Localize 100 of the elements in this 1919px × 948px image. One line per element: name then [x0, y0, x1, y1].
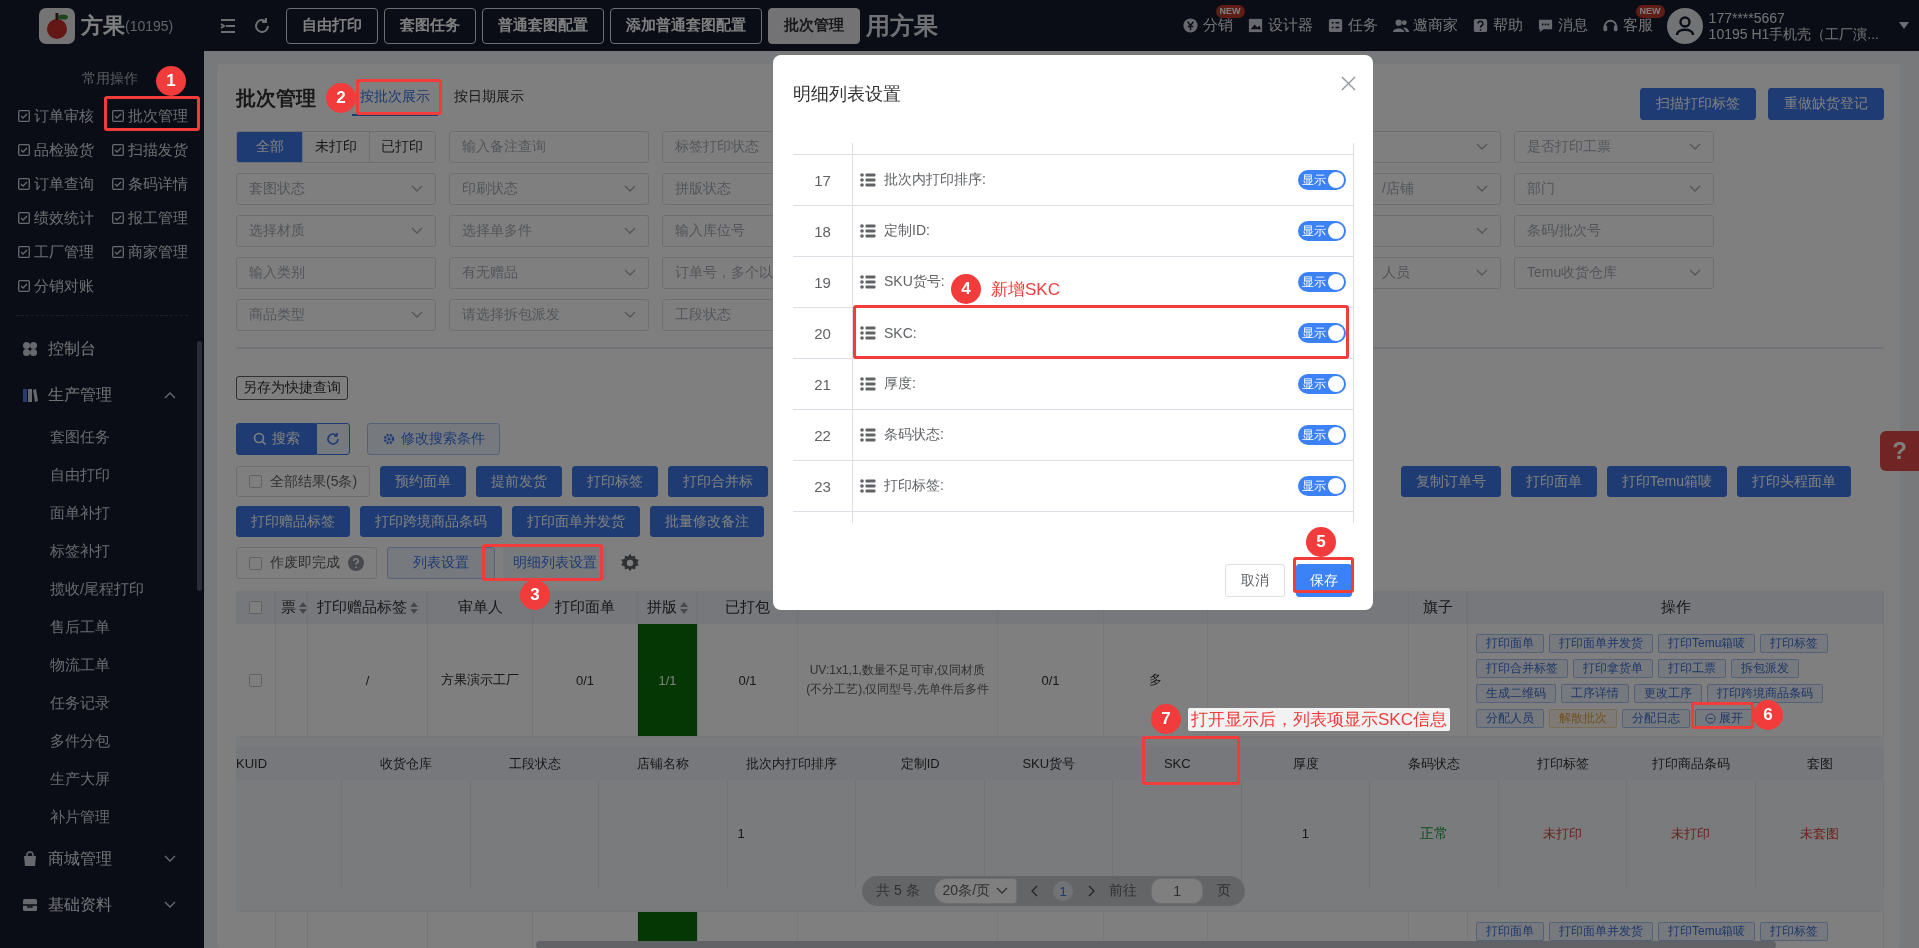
column-header[interactable]: 旗子 [1423, 598, 1453, 617]
caret-icon[interactable] [1899, 21, 1909, 30]
edit-conditions-button[interactable]: 修改搜索条件 [367, 423, 500, 455]
action-button[interactable]: 打印合并标 [668, 466, 769, 497]
toolbar-link[interactable]: 消息 [1536, 16, 1588, 35]
view-tab[interactable]: 按日期展示 [446, 80, 532, 116]
row-action-button[interactable]: 分配人员 [1476, 709, 1544, 728]
detail-settings-button[interactable]: 明细列表设置 [503, 547, 607, 579]
toggle-switch[interactable]: 显示 [1298, 170, 1346, 190]
row-action-button[interactable]: 分配日志 [1622, 709, 1690, 728]
row-action-button[interactable]: 打印跨境商品条码 [1707, 684, 1823, 703]
row-action-button[interactable]: 打印工票 [1658, 659, 1726, 678]
column-header[interactable]: 打印赠品标签 [317, 598, 407, 617]
toggle-switch[interactable]: 显示 [1298, 476, 1346, 496]
row-action-button[interactable]: 更改工序 [1634, 684, 1702, 703]
action-button[interactable]: 打印跨境商品条码 [360, 506, 502, 537]
nav-tab[interactable]: 自由打印 [286, 7, 378, 44]
row-action-button[interactable]: 打印标签 [1760, 922, 1829, 941]
action-button[interactable]: 重做缺货登记 [1768, 88, 1884, 120]
row-action-button[interactable]: 解散批次 [1549, 709, 1617, 728]
menu-item[interactable]: 基础资料 [0, 882, 204, 928]
toolbar-link[interactable]: 设计器 [1246, 16, 1313, 35]
row-action-button[interactable]: 打印面单并发货 [1549, 922, 1653, 941]
quick-link[interactable]: 工厂管理 [18, 235, 112, 269]
sort-icon[interactable] [680, 601, 688, 614]
action-button[interactable]: 打印面单 [1510, 466, 1597, 497]
submenu-item[interactable]: 多件分包 [0, 722, 204, 760]
cancel-button[interactable]: 取消 [1225, 564, 1285, 597]
quick-link[interactable]: 品检验货 [18, 133, 112, 167]
row-action-button[interactable]: 生成二维码 [1476, 684, 1556, 703]
submenu-item[interactable]: 生产大屏 [0, 760, 204, 798]
scrollbar[interactable] [197, 341, 202, 591]
nav-tab[interactable]: 套图任务 [384, 7, 476, 44]
quick-link[interactable]: 分销对账 [18, 269, 112, 303]
drag-handle-icon[interactable] [860, 172, 876, 188]
help-button[interactable]: ? [1880, 431, 1919, 471]
column-header[interactable]: 拼版 [647, 598, 677, 617]
column-header[interactable]: 打印面单 [555, 598, 615, 617]
page-size-select[interactable]: 20条/页 [933, 878, 1018, 904]
drag-handle-icon[interactable] [860, 478, 876, 494]
column-header[interactable]: 审单人 [457, 598, 503, 617]
row-action-button[interactable]: 打印标签 [1760, 634, 1829, 653]
sort-icon[interactable] [410, 601, 418, 614]
page-number[interactable]: 1 [1053, 881, 1074, 901]
close-icon[interactable] [1341, 75, 1356, 91]
action-button[interactable]: 预约面单 [380, 466, 467, 497]
row-action-button[interactable]: 打印面单 [1476, 922, 1544, 941]
toolbar-link[interactable]: 任务 [1326, 16, 1378, 35]
drag-handle-icon[interactable] [860, 325, 876, 341]
goto-page-field[interactable]: 1 [1151, 878, 1204, 904]
row-action-button[interactable]: 打印Temu箱唛 [1658, 922, 1756, 941]
action-button[interactable]: 打印标签 [572, 466, 659, 497]
action-button[interactable]: 复制订单号 [1400, 466, 1501, 497]
action-button[interactable]: 扫描打印标签 [1640, 88, 1756, 120]
row-action-button[interactable]: 工序详情 [1561, 684, 1629, 703]
toolbar-link[interactable]: 邀商家 [1391, 16, 1458, 35]
select-all-checkbox[interactable]: 全部结果(5条) [236, 466, 371, 497]
settings-icon[interactable] [619, 552, 641, 574]
reset-button[interactable] [316, 423, 350, 455]
column-header[interactable]: 票 [281, 598, 296, 617]
submenu-item[interactable]: 售后工单 [0, 608, 204, 646]
menu-item[interactable]: 商城管理 [0, 836, 204, 882]
drag-handle-icon[interactable] [860, 376, 876, 392]
action-button[interactable]: 批量修改备注 [650, 506, 764, 537]
drag-handle-icon[interactable] [860, 427, 876, 443]
nav-tab[interactable]: 添加普通套图配置 [610, 7, 762, 44]
drag-handle-icon[interactable] [860, 274, 876, 290]
quick-link[interactable]: 绩效统计 [18, 201, 112, 235]
quick-link[interactable]: 订单查询 [18, 167, 112, 201]
action-button[interactable]: 打印Temu箱唛 [1606, 466, 1727, 497]
toolbar-link[interactable]: 帮助 [1471, 16, 1523, 35]
previous-page-icon[interactable] [1031, 885, 1040, 897]
refresh-icon[interactable] [252, 15, 272, 36]
action-button[interactable]: 打印面单并发货 [512, 506, 640, 537]
toggle-switch[interactable]: 显示 [1298, 323, 1346, 343]
nav-tab[interactable]: 批次管理 [768, 7, 860, 44]
toggle-switch[interactable]: 显示 [1298, 374, 1346, 394]
list-settings-button[interactable]: 列表设置 [387, 547, 495, 579]
action-button[interactable]: 打印头程面单 [1737, 466, 1851, 497]
search-button[interactable]: 搜索 [236, 423, 316, 455]
avatar-icon[interactable] [1666, 7, 1703, 44]
row-action-button[interactable]: 打印Temu箱唛 [1658, 634, 1756, 653]
nav-tab[interactable]: 普通套图配置 [482, 7, 604, 44]
row-action-button[interactable]: 打印面单 [1476, 634, 1544, 653]
sort-icon[interactable] [299, 601, 307, 614]
quick-link[interactable]: 订单审核 [18, 99, 112, 133]
next-page-icon[interactable] [1087, 885, 1096, 897]
void-complete-checkbox[interactable]: 作废即完成 [236, 547, 377, 579]
drag-handle-icon[interactable] [860, 223, 876, 239]
toggle-switch[interactable]: 显示 [1298, 425, 1346, 445]
help-icon[interactable] [348, 555, 364, 571]
checkbox[interactable] [249, 673, 262, 687]
column-header[interactable]: 已打包 [725, 598, 770, 617]
row-action-button[interactable]: 打印拿货单 [1573, 659, 1653, 678]
row-action-button[interactable]: 拆包派发 [1731, 659, 1799, 678]
toggle-switch[interactable]: 显示 [1298, 272, 1346, 292]
submenu-item[interactable]: 任务记录 [0, 684, 204, 722]
action-button[interactable]: 提前发货 [476, 466, 563, 497]
checkbox[interactable] [249, 601, 262, 614]
action-button[interactable]: 打印赠品标签 [236, 506, 350, 537]
